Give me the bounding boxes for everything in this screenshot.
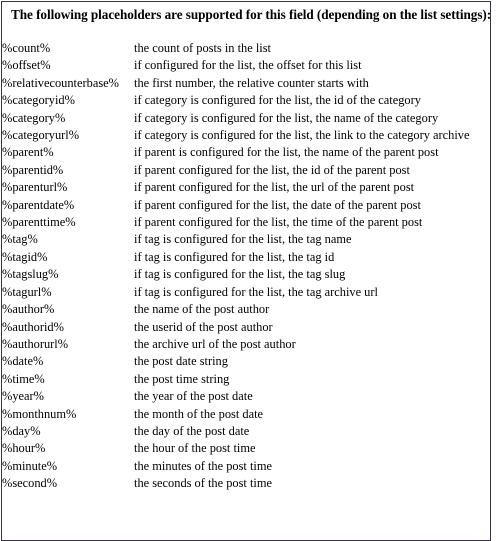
placeholder-token: %parenttime%	[2, 215, 76, 230]
placeholder-description: the year of the post date	[134, 389, 253, 404]
table-row: %minute% the minutes of the post time	[2, 458, 490, 475]
placeholder-table-body: %count% the count of posts in the list %of…	[2, 40, 490, 510]
placeholder-description: the userid of the post author	[134, 319, 273, 334]
table-row: %relativecounterbase% the first number, t…	[2, 75, 490, 92]
placeholder-description	[134, 493, 490, 510]
placeholder-description: if parent configured for the list, the d…	[134, 197, 421, 212]
table-row: %day% the day of the post date	[2, 423, 490, 440]
table-row: %date% the post date string	[2, 353, 490, 370]
placeholder-description: if category is configured for the list, …	[134, 110, 439, 125]
placeholder-description: if category is configured for the list, …	[134, 128, 470, 143]
placeholder-description: if parent configured for the list, the u…	[134, 180, 415, 195]
placeholder-token: %hour%	[2, 441, 46, 456]
placeholder-token	[2, 493, 134, 510]
placeholder-token: %tag%	[2, 232, 38, 247]
placeholder-description: the day of the post date	[134, 423, 250, 438]
table-row: %count% the count of posts in the list	[2, 40, 490, 57]
placeholder-token: %time%	[2, 371, 45, 386]
table-row: %category% if category is configured for …	[2, 110, 490, 127]
table-row: %parentid% if parent configured for the l…	[2, 162, 490, 179]
placeholder-description: if parent configured for the list, the i…	[134, 162, 410, 177]
placeholder-description: if parent configured for the list, the t…	[134, 215, 423, 230]
placeholder-description: if category is configured for the list, …	[134, 93, 421, 108]
placeholder-token: %second%	[2, 476, 58, 491]
placeholder-description: the archive url of the post author	[134, 336, 296, 351]
placeholder-description: the name of the post author	[134, 302, 270, 317]
placeholder-token: %count%	[2, 41, 51, 55]
table-row: %authorurl% the archive url of the post a…	[2, 336, 490, 353]
placeholder-description: if tag is configured for the list, the t…	[134, 249, 335, 264]
placeholder-description: the month of the post date	[134, 406, 264, 421]
placeholder-description: the seconds of the post time	[134, 476, 272, 491]
table-row: %monthnum% the month of the post date	[2, 406, 490, 423]
placeholder-description: if tag is configured for the list, the t…	[134, 284, 378, 299]
placeholder-description: if tag is configured for the list, the t…	[134, 267, 346, 282]
placeholder-description: the minutes of the post time	[134, 458, 272, 473]
placeholder-token: %tagid%	[2, 249, 48, 264]
table-row: %parent% if parent is configured for the …	[2, 144, 490, 161]
placeholder-token: %minute%	[2, 458, 58, 473]
page-title: The following placeholders are supported…	[11, 7, 491, 22]
table-row: %author% the name of the post author	[2, 301, 490, 318]
placeholder-token: %monthnum%	[2, 406, 77, 421]
table-row: %categoryid% if category is configured fo…	[2, 92, 490, 109]
table-row: %categoryurl% if category is configured f…	[2, 127, 490, 144]
placeholder-token: %parenturl%	[2, 180, 68, 195]
table-row: %year% the year of the post date	[2, 388, 490, 405]
table-row: %tagslug% if tag is configured for the li…	[2, 266, 490, 283]
placeholder-token: %categoryurl%	[2, 128, 80, 143]
placeholder-token: %categoryid%	[2, 93, 75, 108]
placeholder-description: if configured for the list, the offset f…	[134, 58, 362, 73]
table-row: %second% the seconds of the post time	[2, 475, 490, 492]
placeholder-token: %tagurl%	[2, 284, 52, 299]
placeholder-token: %relativecounterbase%	[2, 75, 119, 90]
table-row: %authorid% the userid of the post author	[2, 319, 490, 336]
placeholder-description: the first number, the relative counter s…	[134, 75, 369, 90]
placeholder-description: the count of posts in the list	[134, 41, 271, 55]
placeholder-token: %author%	[2, 302, 55, 317]
placeholder-token: %parent%	[2, 145, 54, 160]
table-row	[2, 493, 490, 510]
placeholder-token: %parentdate%	[2, 197, 75, 212]
placeholder-table: %count% the count of posts in the list %of…	[2, 40, 490, 510]
placeholder-description: the hour of the post time	[134, 441, 256, 456]
table-row: %parenturl% if parent configured for the …	[2, 179, 490, 196]
placeholder-token: %year%	[2, 389, 44, 404]
placeholder-token: %authorid%	[2, 319, 64, 334]
table-row: %parenttime% if parent configured for the…	[2, 214, 490, 231]
placeholder-token: %day%	[2, 423, 41, 438]
placeholder-token: %date%	[2, 354, 44, 369]
table-row: %time% the post time string	[2, 371, 490, 388]
table-row: %tagurl% if tag is configured for the lis…	[2, 284, 490, 301]
placeholder-token: %parentid%	[2, 162, 64, 177]
placeholder-token: %offset%	[2, 58, 51, 73]
placeholder-description: if parent is configured for the list, th…	[134, 145, 439, 160]
placeholder-description: the post time string	[134, 371, 230, 386]
placeholder-token: %authorurl%	[2, 336, 69, 351]
table-row: %tagid% if tag is configured for the list…	[2, 249, 490, 266]
placeholder-token: %category%	[2, 110, 66, 125]
table-row: %hour% the hour of the post time	[2, 440, 490, 457]
table-row: %parentdate% if parent configured for the…	[2, 197, 490, 214]
placeholder-description: if tag is configured for the list, the t…	[134, 232, 352, 247]
table-row: %offset% if configured for the list, the …	[2, 57, 490, 74]
placeholder-token: %tagslug%	[2, 267, 59, 282]
placeholder-reference-panel: The following placeholders are supported…	[1, 1, 491, 541]
placeholder-description: the post date string	[134, 354, 228, 369]
table-row: %tag% if tag is configured for the list, …	[2, 231, 490, 248]
